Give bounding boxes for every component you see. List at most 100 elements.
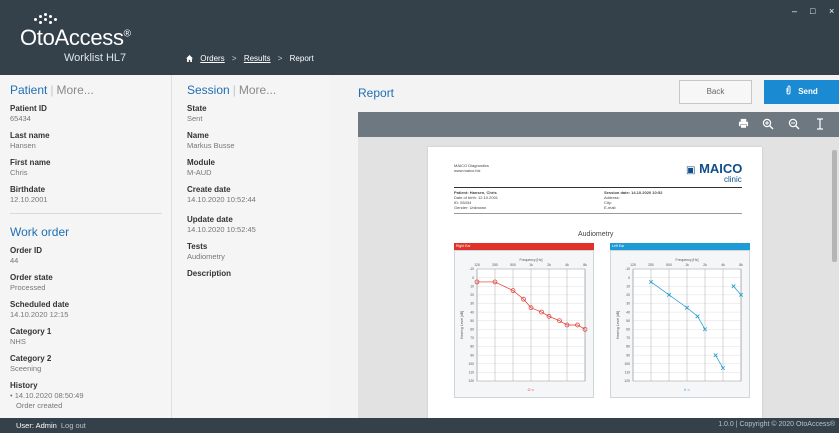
report-title: Report [358,86,395,100]
description-field: Description [187,269,232,278]
scheduled-date-field: Scheduled date 14.10.2020 12:15 [10,300,70,319]
y-tick-label: 90 [626,353,630,357]
legend-symbols: O ⊂ [528,388,535,392]
y-tick-label: -10 [625,267,630,271]
top-bar: OtoAccess® Worklist HL7 Orders > Results… [0,0,839,75]
x-tick-label: 125 [630,263,636,267]
legend-symbols: X ⊃ [684,388,690,392]
create-date-field: Create date 14.10.2020 10:52:44 [187,185,256,204]
zoom-in-icon[interactable] [762,118,774,130]
left-ear-box: -10 0 10 20 30 40 50 60 70 80 90 100 110 120 125 250 500… [610,250,750,398]
last-name-field: Last name Hansen [10,131,50,150]
y-tick-label: 100 [624,362,630,366]
zoom-out-icon[interactable] [788,118,800,130]
print-icon[interactable] [738,118,749,129]
order-state-field: Order state Processed [10,273,53,292]
y-tick-label: 120 [468,379,474,383]
left-ear-audiogram: -10 0 10 20 30 40 50 60 70 80 90 100 110 120 125 250 500… [616,258,743,392]
x-tick-label: 500 [510,263,516,267]
app-name: OtoAccess® [20,25,131,50]
footer: User: Admin Log out 1.0.0 | Copyright © 2… [0,418,839,433]
close-icon[interactable]: × [829,6,834,16]
right-ear-box: -10 0 10 20 30 40 50 60 70 80 90 100 110 120 125 250 500… [454,250,594,398]
first-name-field: First name Chris [10,158,51,177]
minimize-icon[interactable]: – [792,6,797,16]
x-tick-label: 2k [547,263,551,267]
category-1-field: Category 1 NHS [10,327,52,346]
report-viewer[interactable]: MAICO Diagnostics www.maico.biz ▣ MAICO … [358,137,839,418]
y-tick-label: 10 [470,284,474,288]
y-tick-label: 30 [626,302,630,306]
birthdate-field: Birthdate 12.10.2001 [10,185,48,204]
y-axis-label: Hearing Level [dB] [460,311,464,339]
y-tick-label: 100 [468,362,474,366]
y-tick-label: 50 [470,319,474,323]
text-select-icon[interactable] [815,118,825,130]
home-icon[interactable] [186,55,193,62]
y-tick-label: 10 [626,284,630,288]
order-id-field: Order ID 44 [10,246,43,265]
x-tick-label: 8k [739,263,743,267]
y-tick-label: 20 [470,293,474,297]
x-tick-label: 125 [474,263,480,267]
session-header: Session | More... [187,83,277,97]
app-subtitle: Worklist HL7 [64,52,127,64]
x-tick-label: 1k [685,263,689,267]
doc-rule [454,213,742,214]
y-tick-label: 70 [470,336,474,340]
x-tick-label: 1k [529,263,533,267]
session-more-link[interactable]: More... [239,83,276,97]
doc-website: www.maico.biz [454,168,481,173]
logout-link[interactable]: Log out [61,421,86,430]
y-tick-label: 90 [470,353,474,357]
x-tick-label: 8k [583,263,587,267]
viewer-scrollbar[interactable] [832,150,837,262]
copyright: 1.0.0 | Copyright © 2020 OtoAccess® [718,421,835,428]
patient-header: Patient | More... [10,83,94,97]
x-tick-label: 4k [721,263,725,267]
y-tick-label: 50 [626,319,630,323]
y-tick-label: 30 [470,302,474,306]
y-tick-label: 60 [470,328,474,332]
update-date-field: Update date 14.10.2020 10:52:45 [187,215,256,234]
patient-more-link[interactable]: More... [56,83,93,97]
x-tick-label: 2k [703,263,707,267]
y-tick-label: 0 [472,276,474,280]
x-tick-label: 250 [492,263,498,267]
history-entry-date: • 14.10.2020 08:50:49 [10,391,84,400]
y-tick-label: 110 [625,371,631,375]
breadcrumb-report: Report [289,54,314,63]
breadcrumb-separator: > [231,54,237,63]
breadcrumb-orders[interactable]: Orders [200,54,224,63]
user-label: User: Admin Log out [16,421,86,430]
maico-m-icon: ▣ [686,165,696,176]
audiometry-title: Audiometry [578,231,614,238]
patient-panel: Patient | More... Patient ID 65434 Last nam… [0,75,172,418]
x-axis-label: Frequency [Hz] [676,258,699,262]
y-tick-label: -10 [469,267,474,271]
y-tick-label: 120 [624,379,630,383]
doc-gender-line: Gender: Unknown [454,205,487,210]
breadcrumb-results[interactable]: Results [244,54,271,63]
module-field: Module M-AUD [187,158,215,177]
back-button[interactable]: Back [679,80,752,104]
maico-logo: ▣ MAICO [686,161,743,176]
x-tick-label: 250 [648,263,654,267]
doc-rule [454,187,742,188]
y-tick-label: 60 [626,328,630,332]
x-tick-label: 4k [565,263,569,267]
paperclip-icon [786,85,791,95]
x-tick-label: 500 [666,263,672,267]
breadcrumb: Orders > Results > Report [186,54,314,63]
category-2-field: Category 2 Sceening [10,354,52,373]
tests-field: Tests Audiometry [187,242,225,261]
y-tick-label: 80 [626,345,630,349]
y-tick-label: 80 [470,345,474,349]
y-axis-label: Hearing Level [dB] [616,311,620,339]
y-tick-label: 0 [628,276,630,280]
divider [10,213,162,214]
send-button[interactable]: Send [764,80,839,104]
maximize-icon[interactable]: □ [810,6,815,16]
state-field: State Sent [187,104,207,123]
session-panel: Session | More... State Sent Name Markus Bus… [172,75,330,418]
